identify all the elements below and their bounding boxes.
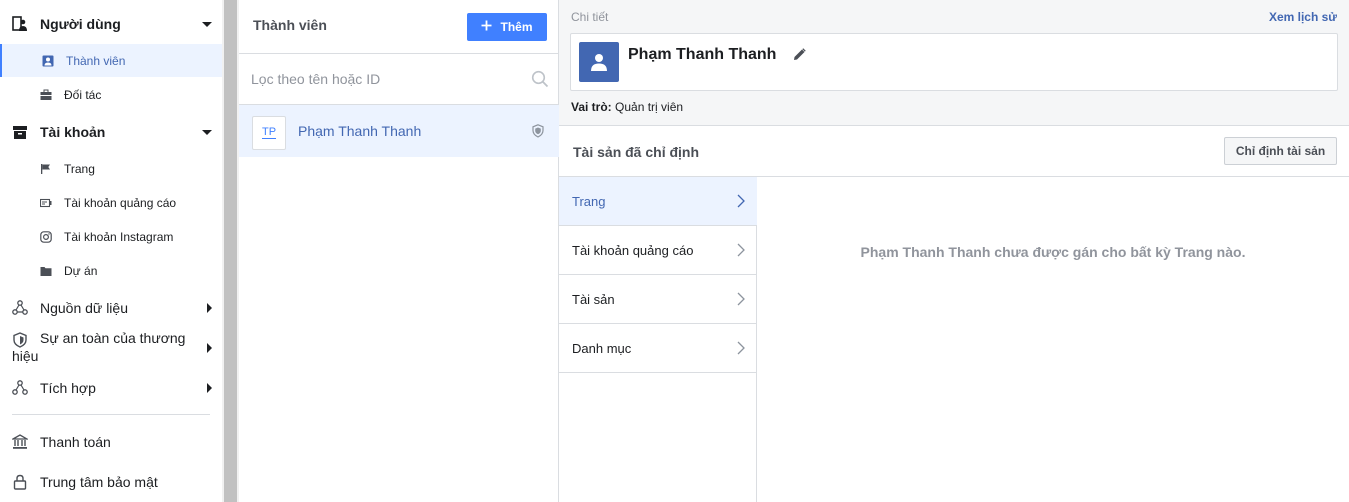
scrollbar-thumb[interactable] <box>224 0 237 502</box>
integration-nodes-icon <box>12 380 28 396</box>
sidebar-item-members[interactable]: Thành viên <box>0 44 222 77</box>
add-member-button[interactable]: Thêm <box>467 13 547 41</box>
data-nodes-icon <box>12 300 28 316</box>
sidebar-item-label: Dự án <box>64 263 98 278</box>
tab-label: Trang <box>572 194 606 209</box>
details-header: Chi tiết Xem lịch sử Phạm Thanh Thanh Va… <box>559 0 1349 126</box>
sidebar-item-label: Tài khoản quảng cáo <box>64 195 177 210</box>
sidebar-item-security-center[interactable]: Trung tâm bảo mật <box>0 470 222 494</box>
search-icon[interactable] <box>531 70 549 88</box>
tab-catalogs[interactable]: Danh mục <box>559 324 757 373</box>
sidebar-group-label-line1: Sự an toàn của thương <box>40 330 186 346</box>
sidebar-group-label-line2: hiệu <box>12 348 39 364</box>
archive-box-icon <box>12 124 28 140</box>
chevron-right-icon <box>207 343 212 353</box>
sidebar-group-label: Tài khoản <box>40 124 106 140</box>
member-search-input[interactable] <box>251 68 521 90</box>
details-panel: Chi tiết Xem lịch sử Phạm Thanh Thanh Va… <box>559 0 1349 502</box>
member-list-item[interactable]: TP Phạm Thanh Thanh <box>239 105 559 157</box>
member-initials: TP <box>261 126 277 139</box>
avatar <box>579 42 619 82</box>
members-title: Thành viên <box>253 17 327 33</box>
assign-assets-button[interactable]: Chỉ định tài sản <box>1224 137 1337 165</box>
members-header: Thành viên Thêm <box>239 0 559 54</box>
tab-pages[interactable]: Trang <box>559 177 757 226</box>
chevron-right-icon <box>737 243 745 257</box>
sidebar-item-label: Thành viên <box>66 53 126 68</box>
chevron-down-icon <box>202 129 212 135</box>
chevron-right-icon <box>737 194 745 208</box>
member-avatar: TP <box>252 116 286 150</box>
sidebar-group-label: Nguồn dữ liệu <box>40 300 128 316</box>
sidebar-item-instagram-accounts[interactable]: Tài khoản Instagram <box>0 220 222 253</box>
role-line: Vai trò: Quản trị viên <box>571 100 683 114</box>
sidebar-item-pages[interactable]: Trang <box>0 152 222 185</box>
business-settings-window: Người dùng Thành viên Đối tác Tài khoản <box>0 0 1349 502</box>
assigned-assets-header: Tài sản đã chỉ định Chỉ định tài sản <box>559 126 1349 177</box>
bank-icon <box>12 434 28 450</box>
view-history-link[interactable]: Xem lịch sử <box>1269 10 1337 24</box>
lock-icon <box>12 474 28 490</box>
sidebar-item-label: Trang <box>64 161 95 176</box>
sidebar-item-ad-accounts[interactable]: Tài khoản quảng cáo <box>0 186 222 219</box>
sidebar-item-label: Trung tâm bảo mật <box>40 474 158 490</box>
tab-ad-accounts[interactable]: Tài khoản quảng cáo <box>559 226 757 275</box>
sidebar-group-integrations[interactable]: Tích hợp <box>0 376 222 400</box>
sidebar-item-label: Tài khoản Instagram <box>64 229 174 244</box>
role-value: Quản trị viên <box>615 100 684 114</box>
admin-shield-icon <box>532 124 544 138</box>
plus-icon <box>481 20 492 34</box>
chevron-right-icon <box>737 292 745 306</box>
sidebar-item-label: Đối tác <box>64 87 102 102</box>
details-label: Chi tiết <box>571 10 609 24</box>
tab-assets[interactable]: Tài sản <box>559 275 757 324</box>
sidebar-group-users[interactable]: Người dùng <box>0 12 222 36</box>
asset-type-tabs: Trang Tài khoản quảng cáo Tài sản Danh m… <box>559 177 757 502</box>
members-panel: Thành viên Thêm TP Phạm Thanh Thanh <box>239 0 559 502</box>
people-icon <box>12 16 28 32</box>
sidebar: Người dùng Thành viên Đối tác Tài khoản <box>0 0 222 502</box>
pencil-edit-icon[interactable] <box>793 48 806 61</box>
tab-label: Danh mục <box>572 341 632 356</box>
flag-icon <box>40 163 52 175</box>
member-search <box>239 54 559 105</box>
chevron-right-icon <box>207 383 212 393</box>
briefcase-icon <box>40 89 52 101</box>
tab-label: Tài sản <box>572 292 615 307</box>
sidebar-divider <box>12 414 210 415</box>
chevron-right-icon <box>737 341 745 355</box>
tab-label: Tài khoản quảng cáo <box>572 243 694 258</box>
empty-state-message: Phạm Thanh Thanh chưa được gán cho bất k… <box>860 244 1246 260</box>
folder-icon <box>40 265 52 277</box>
profile-card: Phạm Thanh Thanh <box>570 33 1338 91</box>
role-label: Vai trò: <box>571 100 612 114</box>
sidebar-scrollbar[interactable] <box>222 0 239 502</box>
add-member-label: Thêm <box>500 20 533 34</box>
member-name: Phạm Thanh Thanh <box>298 123 422 139</box>
assigned-assets-title: Tài sản đã chỉ định <box>573 144 700 160</box>
person-icon <box>591 54 607 71</box>
sidebar-item-projects[interactable]: Dự án <box>0 254 222 287</box>
ad-account-icon <box>40 197 52 209</box>
sidebar-group-label: Người dùng <box>40 16 121 32</box>
person-badge-icon <box>42 55 54 67</box>
sidebar-group-label: Tích hợp <box>40 380 96 396</box>
sidebar-group-accounts[interactable]: Tài khoản <box>0 120 222 144</box>
sidebar-item-payments[interactable]: Thanh toán <box>0 430 222 454</box>
shield-icon <box>12 332 28 348</box>
chevron-right-icon <box>207 303 212 313</box>
profile-name: Phạm Thanh Thanh <box>628 46 777 63</box>
sidebar-item-label: Thanh toán <box>40 434 111 450</box>
sidebar-group-brand-safety[interactable]: Sự an toàn của thương hiệu <box>0 330 222 366</box>
sidebar-item-partners[interactable]: Đối tác <box>0 78 222 111</box>
sidebar-group-data-sources[interactable]: Nguồn dữ liệu <box>0 296 222 320</box>
instagram-icon <box>40 230 52 243</box>
chevron-down-icon <box>202 21 212 27</box>
